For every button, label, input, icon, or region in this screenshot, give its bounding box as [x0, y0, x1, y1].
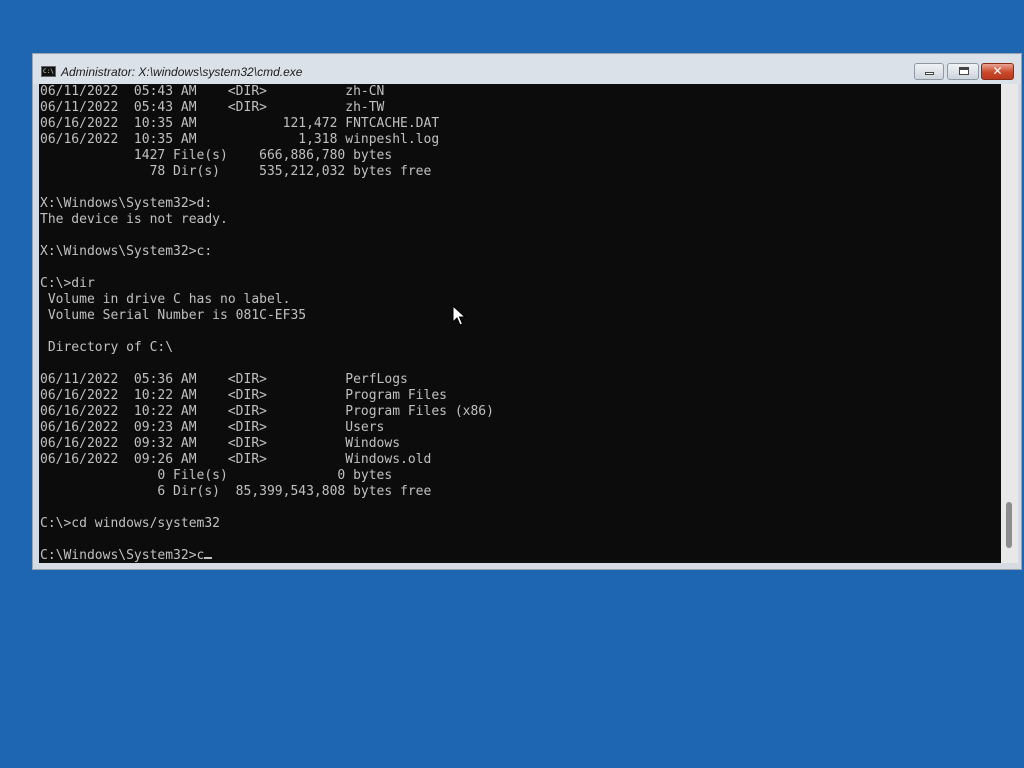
- console-line: 06/16/2022 10:22 AM <DIR> Program Files: [40, 388, 447, 403]
- command-prompt-line: C:\Windows\System32>c: [40, 548, 205, 563]
- maximize-button[interactable]: [947, 63, 979, 80]
- console-line: The device is not ready.: [40, 212, 228, 227]
- console-line: C:\>dir: [40, 276, 95, 291]
- console-line: X:\Windows\System32>c:: [40, 244, 213, 259]
- cmd-window[interactable]: C:\ Administrator: X:\windows\system32\c…: [32, 53, 1022, 570]
- console-line: 6 Dir(s) 85,399,543,808 bytes free: [157, 484, 432, 499]
- title-bar[interactable]: C:\ Administrator: X:\windows\system32\c…: [33, 54, 1021, 84]
- minimize-button[interactable]: [914, 63, 944, 80]
- console-line: 06/16/2022 10:22 AM <DIR> Program Files …: [40, 404, 494, 419]
- console-line: 06/11/2022 05:43 AM <DIR> zh-CN: [40, 84, 385, 99]
- text-cursor: [204, 557, 213, 559]
- console-line: 0 File(s) 0 bytes: [157, 468, 393, 483]
- vertical-scrollbar[interactable]: [1001, 84, 1018, 563]
- console-output: 06/11/2022 05:43 AM <DIR> zh-CN 06/11/20…: [39, 84, 1001, 563]
- console-line: 1427 File(s) 666,886,780 bytes: [133, 148, 393, 163]
- console-line: 78 Dir(s) 535,212,032 bytes free: [149, 164, 432, 179]
- close-button[interactable]: ✕: [981, 63, 1014, 80]
- minimize-icon: [925, 72, 934, 75]
- console-line: 06/16/2022 09:32 AM <DIR> Windows: [40, 436, 401, 451]
- console-line: 06/11/2022 05:43 AM <DIR> zh-TW: [40, 100, 385, 115]
- mouse-pointer-icon: [452, 305, 466, 326]
- console-line: Volume Serial Number is 081C-EF35: [47, 308, 307, 323]
- maximize-icon: [959, 67, 969, 75]
- console-line: 06/11/2022 05:36 AM <DIR> PerfLogs: [40, 372, 408, 387]
- console-line: 06/16/2022 10:35 AM 121,472 FNTCACHE.DAT: [40, 116, 440, 131]
- scrollbar-thumb[interactable]: [1006, 502, 1012, 548]
- window-title: Administrator: X:\windows\system32\cmd.e…: [61, 65, 303, 79]
- close-icon: ✕: [992, 64, 1003, 78]
- console-line: C:\>cd windows/system32: [40, 516, 221, 531]
- console-line: 06/16/2022 10:35 AM 1,318 winpeshl.log: [40, 132, 440, 147]
- console-line: 06/16/2022 09:23 AM <DIR> Users: [40, 420, 385, 435]
- console-history: 06/11/2022 05:43 AM <DIR> zh-CN 06/11/20…: [40, 84, 494, 531]
- console-line: 06/16/2022 09:26 AM <DIR> Windows.old: [40, 452, 432, 467]
- cmd-icon: C:\: [41, 66, 56, 77]
- console-line: Directory of C:\: [47, 340, 174, 355]
- console-area[interactable]: 06/11/2022 05:43 AM <DIR> zh-CN 06/11/20…: [39, 84, 1001, 563]
- console-line: X:\Windows\System32>d:: [40, 196, 213, 211]
- console-line: Volume in drive C has no label.: [47, 292, 291, 307]
